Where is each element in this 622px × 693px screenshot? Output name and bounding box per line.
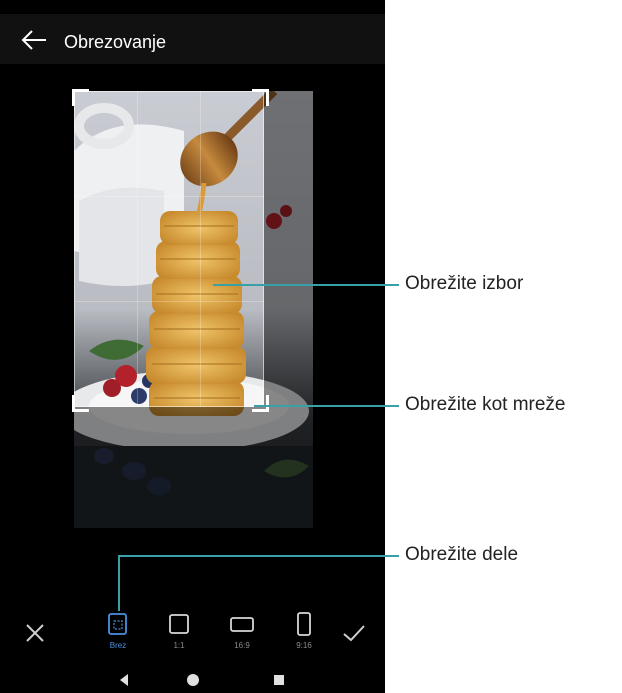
check-icon[interactable]: [341, 622, 367, 644]
callout-crop-corner: Obrežite kot mreže: [405, 394, 566, 415]
tool-ratio-9-16[interactable]: 9:16: [281, 610, 327, 658]
page-title: Obrezovanje: [64, 32, 167, 52]
nav-recent-icon[interactable]: [272, 673, 286, 687]
tool-crop-free[interactable]: Brez: [95, 610, 141, 658]
crop-grid-line: [200, 91, 201, 407]
crop-free-icon: [108, 613, 127, 635]
app-bar: Obrezovanje: [0, 14, 385, 64]
crop-dim-bottom: [74, 407, 264, 528]
tool-label: 16:9: [234, 641, 250, 650]
crop-grid-line: [74, 196, 264, 197]
callout-line: [254, 405, 399, 407]
nav-back-icon[interactable]: [117, 673, 131, 687]
ratio-landscape-icon: [230, 617, 254, 632]
ratio-square-icon: [169, 614, 189, 634]
tool-ratio-1-1[interactable]: 1:1: [156, 610, 202, 658]
tool-label: 1:1: [173, 641, 185, 650]
arrow-left-icon[interactable]: [20, 28, 48, 52]
callout-line: [118, 555, 120, 611]
tool-label: Brez: [109, 641, 127, 650]
ratio-portrait-icon: [297, 612, 311, 636]
callout-crop-selection: Obrežite izbor: [405, 273, 524, 294]
crop-corner-handle[interactable]: [72, 89, 89, 106]
crop-selection[interactable]: [74, 91, 264, 407]
crop-corner-handle[interactable]: [252, 395, 269, 412]
nav-home-icon[interactable]: [186, 673, 200, 687]
callout-line: [118, 555, 399, 557]
crop-corner-handle[interactable]: [72, 395, 89, 412]
crop-corner-handle[interactable]: [252, 89, 269, 106]
crop-dim-right: [264, 91, 313, 528]
crop-toolbar: Brez 1:1 16:9 9:16: [0, 610, 385, 660]
crop-grid-line: [74, 301, 264, 302]
tool-ratio-16-9[interactable]: 16:9: [219, 610, 265, 658]
callout-line: [213, 284, 399, 286]
tool-label: 9:16: [296, 641, 312, 650]
callout-crop-parts: Obrežite dele: [405, 544, 519, 565]
phone-screen: Obrezovanje Brez 1:1 16:9 9:16: [0, 0, 385, 693]
crop-grid-line: [137, 91, 138, 407]
system-nav-bar: [0, 666, 385, 693]
